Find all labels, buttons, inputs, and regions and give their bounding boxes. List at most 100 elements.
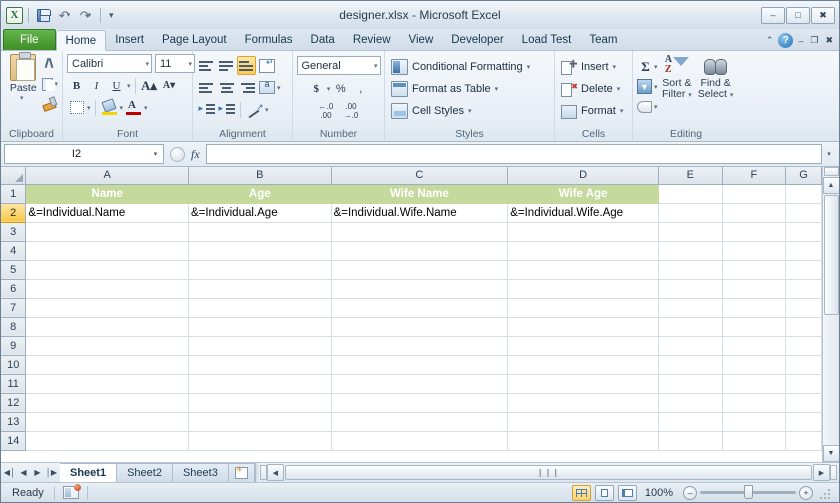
cell-c3[interactable] (331, 222, 509, 242)
cell-g4[interactable] (785, 241, 822, 261)
vertical-scroll-thumb[interactable] (823, 195, 839, 315)
cell-c9[interactable] (331, 336, 509, 356)
cell-a12[interactable] (25, 393, 189, 413)
customize-qat-button[interactable]: ▾ (106, 10, 117, 21)
cell-d11[interactable] (507, 374, 659, 394)
cell-a6[interactable] (25, 279, 189, 299)
cell-g13[interactable] (785, 412, 822, 432)
clear-button[interactable]: ▾ (637, 97, 658, 116)
font-color-button[interactable]: A (124, 98, 143, 117)
cell-d14[interactable] (507, 431, 659, 451)
cell-c12[interactable] (331, 393, 509, 413)
cell-a3[interactable] (25, 222, 189, 242)
align-left-button[interactable] (197, 78, 216, 97)
cell-b6[interactable] (188, 279, 332, 299)
orientation-button[interactable] (245, 100, 264, 119)
excel-logo-icon[interactable]: X (6, 6, 23, 24)
cell-e1[interactable] (658, 184, 723, 204)
cell-f4[interactable] (722, 241, 787, 261)
cell-e12[interactable] (658, 393, 723, 413)
cell-f5[interactable] (722, 260, 787, 280)
chevron-down-icon[interactable]: ▾ (148, 150, 163, 158)
cell-a8[interactable] (25, 317, 189, 337)
row-header-1[interactable]: 1 (1, 184, 27, 204)
cell-a13[interactable] (25, 412, 189, 432)
chevron-down-icon[interactable]: ▾ (87, 104, 91, 112)
close-button[interactable]: ✖ (811, 6, 835, 24)
expand-formula-bar-button[interactable]: ▾ (822, 150, 836, 158)
doc-minimize-icon[interactable]: – (796, 36, 805, 46)
zoom-level[interactable]: 100% (641, 487, 679, 499)
format-painter-button[interactable] (41, 94, 58, 111)
cell-b12[interactable] (188, 393, 332, 413)
cell-g5[interactable] (785, 260, 822, 280)
tab-data[interactable]: Data (302, 29, 344, 50)
cell-b9[interactable] (188, 336, 332, 356)
cell-c14[interactable] (331, 431, 509, 451)
align-center-button[interactable] (217, 78, 236, 97)
row-header-5[interactable]: 5 (1, 260, 27, 280)
cell-b3[interactable] (188, 222, 332, 242)
italic-button[interactable]: I (87, 76, 106, 95)
fill-color-button[interactable] (100, 98, 119, 117)
cell-c7[interactable] (331, 298, 509, 318)
redo-button[interactable]: ↷ ▾ (76, 6, 95, 25)
cell-b10[interactable] (188, 355, 332, 375)
decrease-indent-button[interactable] (197, 100, 216, 119)
middle-align-button[interactable] (217, 56, 236, 75)
view-page-break-button[interactable] (617, 484, 637, 501)
row-header-4[interactable]: 4 (1, 241, 27, 261)
cell-a9[interactable] (25, 336, 189, 356)
cell-f7[interactable] (722, 298, 787, 318)
row-header-9[interactable]: 9 (1, 336, 27, 356)
select-all-button[interactable] (1, 167, 27, 185)
row-header-7[interactable]: 7 (1, 298, 27, 318)
insert-function-icon[interactable]: fx (191, 147, 200, 162)
cell-f6[interactable] (722, 279, 787, 299)
copy-button[interactable]: ▾ (41, 75, 58, 92)
cell-d7[interactable] (507, 298, 659, 318)
column-header-f[interactable]: F (722, 167, 787, 185)
restore-button[interactable]: □ (786, 6, 810, 24)
cell-f13[interactable] (722, 412, 787, 432)
row-header-13[interactable]: 13 (1, 412, 27, 432)
macro-record-icon[interactable] (62, 484, 81, 499)
cell-d8[interactable] (507, 317, 659, 337)
cell-b14[interactable] (188, 431, 332, 451)
cell-c5[interactable] (331, 260, 509, 280)
format-as-table-button[interactable]: Format as Table ▾ (389, 78, 498, 100)
row-header-2[interactable]: 2 (1, 203, 27, 223)
column-header-a[interactable]: A (25, 167, 189, 185)
scroll-left-button[interactable]: ◀ (266, 464, 284, 481)
tab-developer[interactable]: Developer (442, 29, 512, 50)
cell-g8[interactable] (785, 317, 822, 337)
cell-d2[interactable]: &=Individual.Wife.Age (507, 203, 659, 223)
chevron-down-icon[interactable]: ▾ (127, 82, 131, 90)
cell-g1[interactable] (785, 184, 822, 204)
cell-a11[interactable] (25, 374, 189, 394)
increase-decimal-button[interactable]: ←.0.00 (317, 102, 336, 121)
insert-cells-button[interactable]: Insert ▾ (559, 56, 616, 78)
chevron-down-icon[interactable]: ▾ (120, 104, 124, 112)
scroll-up-button[interactable]: ▲ (822, 177, 839, 194)
zoom-thumb[interactable] (744, 485, 753, 499)
view-normal-button[interactable] (571, 484, 591, 501)
name-box[interactable]: I2 ▾ (4, 144, 164, 164)
cell-f12[interactable] (722, 393, 787, 413)
cell-d12[interactable] (507, 393, 659, 413)
undo-button[interactable]: ↶ ▾ (55, 6, 74, 25)
zoom-slider[interactable]: – + (683, 485, 813, 500)
bold-button[interactable]: B (67, 76, 86, 95)
scroll-down-button[interactable]: ▼ (822, 445, 839, 462)
underline-button[interactable]: U (107, 76, 126, 95)
cell-c6[interactable] (331, 279, 509, 299)
cell-f2[interactable] (722, 203, 787, 223)
cell-a2[interactable]: &=Individual.Name (25, 203, 189, 223)
cell-c10[interactable] (331, 355, 509, 375)
cell-b1[interactable]: Age (188, 184, 332, 204)
cell-f9[interactable] (722, 336, 787, 356)
sheet-tab-sheet2[interactable]: Sheet2 (117, 463, 173, 482)
fill-button[interactable]: ▼ ▾ (637, 77, 658, 96)
cell-c13[interactable] (331, 412, 509, 432)
split-pane-handle[interactable] (823, 167, 839, 176)
